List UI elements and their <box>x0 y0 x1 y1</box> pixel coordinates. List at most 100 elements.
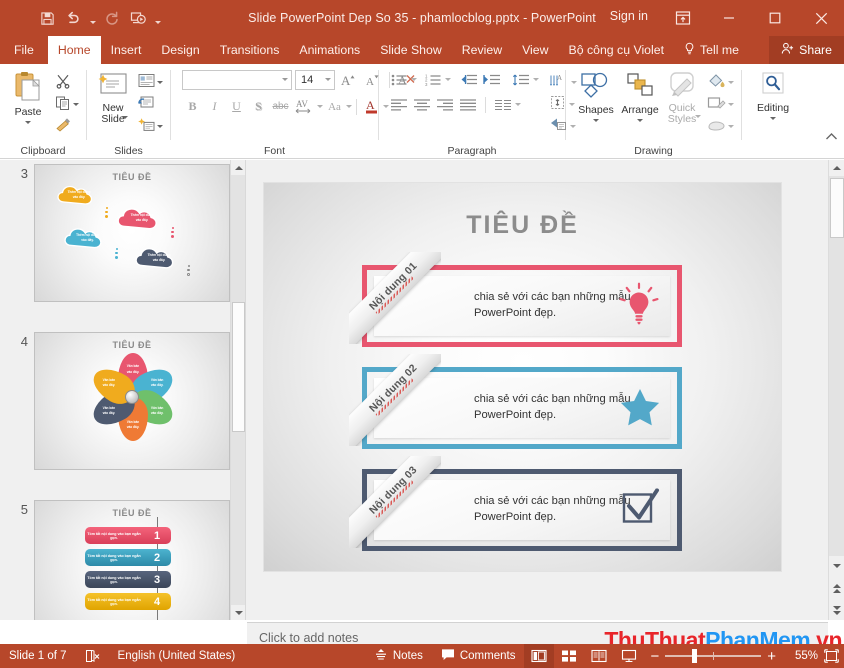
spellcheck-icon[interactable] <box>76 644 109 668</box>
comments-button[interactable]: Comments <box>432 644 525 668</box>
undo-icon[interactable] <box>60 5 86 31</box>
arrange-dropdown-icon[interactable] <box>637 119 643 122</box>
content-text-1[interactable]: chia sẻ với các bạn những mẫuPowerPoint … <box>474 289 631 321</box>
line-spacing-button[interactable] <box>510 69 532 90</box>
tab-review[interactable]: Review <box>452 36 512 64</box>
redo-icon[interactable] <box>99 5 125 31</box>
bullets-button[interactable] <box>388 69 410 90</box>
content-box-2[interactable]: Nội dung 02 chia sẻ với các bạn những mẫ… <box>362 367 682 449</box>
thumbnail-slide-5[interactable]: 5 TIÊU ĐỀ Tóm tắt nội dung vào bạn ngắn … <box>8 500 230 620</box>
columns-dropdown-icon[interactable] <box>515 103 521 106</box>
previous-slide-button[interactable] <box>829 580 844 596</box>
content-text-3[interactable]: chia sẻ với các bạn những mẫuPowerPoint … <box>474 493 631 525</box>
bullets-dropdown-icon[interactable] <box>411 78 417 81</box>
section-button[interactable] <box>136 116 165 136</box>
thumbnail-slide-4[interactable]: 4 TIÊU ĐỀ Văn bảnvào đây. Văn bảnvào đây… <box>8 332 230 470</box>
reset-button[interactable] <box>136 94 165 114</box>
paste-dropdown-icon[interactable] <box>25 121 31 124</box>
align-right-button[interactable] <box>434 94 456 115</box>
customize-qat-icon[interactable] <box>151 5 164 31</box>
italic-button[interactable]: I <box>204 96 225 117</box>
align-left-button[interactable] <box>388 94 410 115</box>
slide-sorter-icon[interactable] <box>554 644 584 668</box>
columns-button[interactable] <box>492 94 514 115</box>
tell-me-box[interactable]: Tell me <box>674 36 749 64</box>
font-size-dropdown-icon[interactable] <box>325 78 331 81</box>
new-slide-button[interactable]: NewSlide <box>92 69 134 119</box>
content-box-3[interactable]: Nội dung 03 chia sẻ với các bạn những mẫ… <box>362 469 682 551</box>
language-label[interactable]: English (United States) <box>109 644 245 668</box>
text-shadow-button[interactable]: S <box>248 96 269 117</box>
slide-count-label[interactable]: Slide 1 of 7 <box>0 644 76 668</box>
cut-button[interactable] <box>53 72 81 92</box>
shapes-button[interactable]: Shapes <box>575 69 617 122</box>
layout-dropdown-icon[interactable] <box>157 81 163 84</box>
editing-dropdown-icon[interactable] <box>770 117 776 120</box>
ribbon-display-options-icon[interactable] <box>660 0 706 36</box>
numbering-button[interactable]: 123 <box>422 69 444 90</box>
justify-button[interactable] <box>457 94 479 115</box>
slide-scroll-thumb[interactable] <box>830 178 844 238</box>
maximize-icon[interactable] <box>752 0 798 36</box>
slide-scroll-down-button[interactable] <box>829 558 844 574</box>
arrange-button[interactable]: Arrange <box>619 69 661 122</box>
start-presentation-icon[interactable] <box>125 5 151 31</box>
copy-button[interactable] <box>53 94 81 114</box>
shape-outline-dropdown-icon[interactable] <box>728 103 734 106</box>
change-case-dropdown-icon[interactable] <box>346 105 352 108</box>
tab-animations[interactable]: Animations <box>289 36 370 64</box>
editing-button[interactable]: Editing <box>747 69 799 120</box>
normal-view-icon[interactable] <box>524 644 554 668</box>
shape-outline-button[interactable] <box>705 94 736 114</box>
content-box-1[interactable]: Nội dung 01 chia sẻ với các bạn những mẫ… <box>362 265 682 347</box>
layout-button[interactable] <box>136 72 165 92</box>
content-text-2[interactable]: chia sẻ với các bạn những mẫuPowerPoint … <box>474 391 631 423</box>
zoom-thumb[interactable] <box>692 649 697 663</box>
character-spacing-dropdown-icon[interactable] <box>317 105 323 108</box>
numbering-dropdown-icon[interactable] <box>445 78 451 81</box>
tab-insert[interactable]: Insert <box>101 36 152 64</box>
shape-effects-dropdown-icon[interactable] <box>728 125 734 128</box>
zoom-level-label[interactable]: 55% <box>782 650 818 662</box>
thumbnail-scrollbar[interactable] <box>230 160 245 620</box>
change-case-button[interactable]: Aa <box>324 96 345 117</box>
thumbnail-scroll-down-button[interactable] <box>231 605 246 620</box>
thumbnail-slide-3[interactable]: 3 TIÊU ĐỀ Thêm nội dungvào đây. <box>8 164 230 302</box>
close-icon[interactable] <box>798 0 844 36</box>
underline-button[interactable]: U <box>226 96 247 117</box>
thumbnail-scroll-thumb[interactable] <box>232 302 245 432</box>
format-painter-button[interactable] <box>53 116 81 136</box>
section-dropdown-icon[interactable] <box>157 125 163 128</box>
copy-dropdown-icon[interactable] <box>73 103 79 106</box>
tab-bo-cong-cu-violet[interactable]: Bộ công cụ Violet <box>559 36 674 64</box>
slide-pane-scrollbar[interactable] <box>828 160 844 620</box>
shape-effects-button[interactable] <box>705 116 736 136</box>
increase-font-size-button[interactable]: A <box>338 69 359 90</box>
slideshow-icon[interactable] <box>614 644 644 668</box>
character-spacing-button[interactable]: AV <box>292 96 316 117</box>
increase-indent-button[interactable] <box>481 69 503 90</box>
tab-home[interactable]: Home <box>48 36 101 64</box>
decrease-indent-button[interactable] <box>458 69 480 90</box>
share-button[interactable]: Share <box>769 36 844 64</box>
tab-transitions[interactable]: Transitions <box>210 36 290 64</box>
zoom-in-button[interactable]: + <box>767 648 776 665</box>
tab-view[interactable]: View <box>512 36 558 64</box>
undo-dropdown-icon[interactable] <box>86 5 99 31</box>
line-spacing-dropdown-icon[interactable] <box>533 78 539 81</box>
strikethrough-button[interactable]: abc <box>270 96 291 117</box>
collapse-ribbon-button[interactable] <box>825 130 838 144</box>
tab-file[interactable]: File <box>0 36 48 64</box>
center-button[interactable] <box>411 94 433 115</box>
thumbnail-scroll-up-button[interactable] <box>231 160 246 175</box>
shape-fill-dropdown-icon[interactable] <box>728 81 734 84</box>
reading-view-icon[interactable] <box>584 644 614 668</box>
sign-in-button[interactable]: Sign in <box>610 9 648 23</box>
quick-styles-button[interactable]: QuickStyles <box>663 69 701 118</box>
current-slide-canvas[interactable]: TIÊU ĐỀ Nội dung 01 chia sẻ với các bạn … <box>263 182 782 572</box>
tab-design[interactable]: Design <box>151 36 209 64</box>
zoom-track[interactable] <box>665 655 761 657</box>
slide-thumbnail-pane[interactable]: 3 TIÊU ĐỀ Thêm nội dungvào đây. <box>0 160 246 620</box>
next-slide-button[interactable] <box>829 602 844 618</box>
shapes-dropdown-icon[interactable] <box>593 119 599 122</box>
